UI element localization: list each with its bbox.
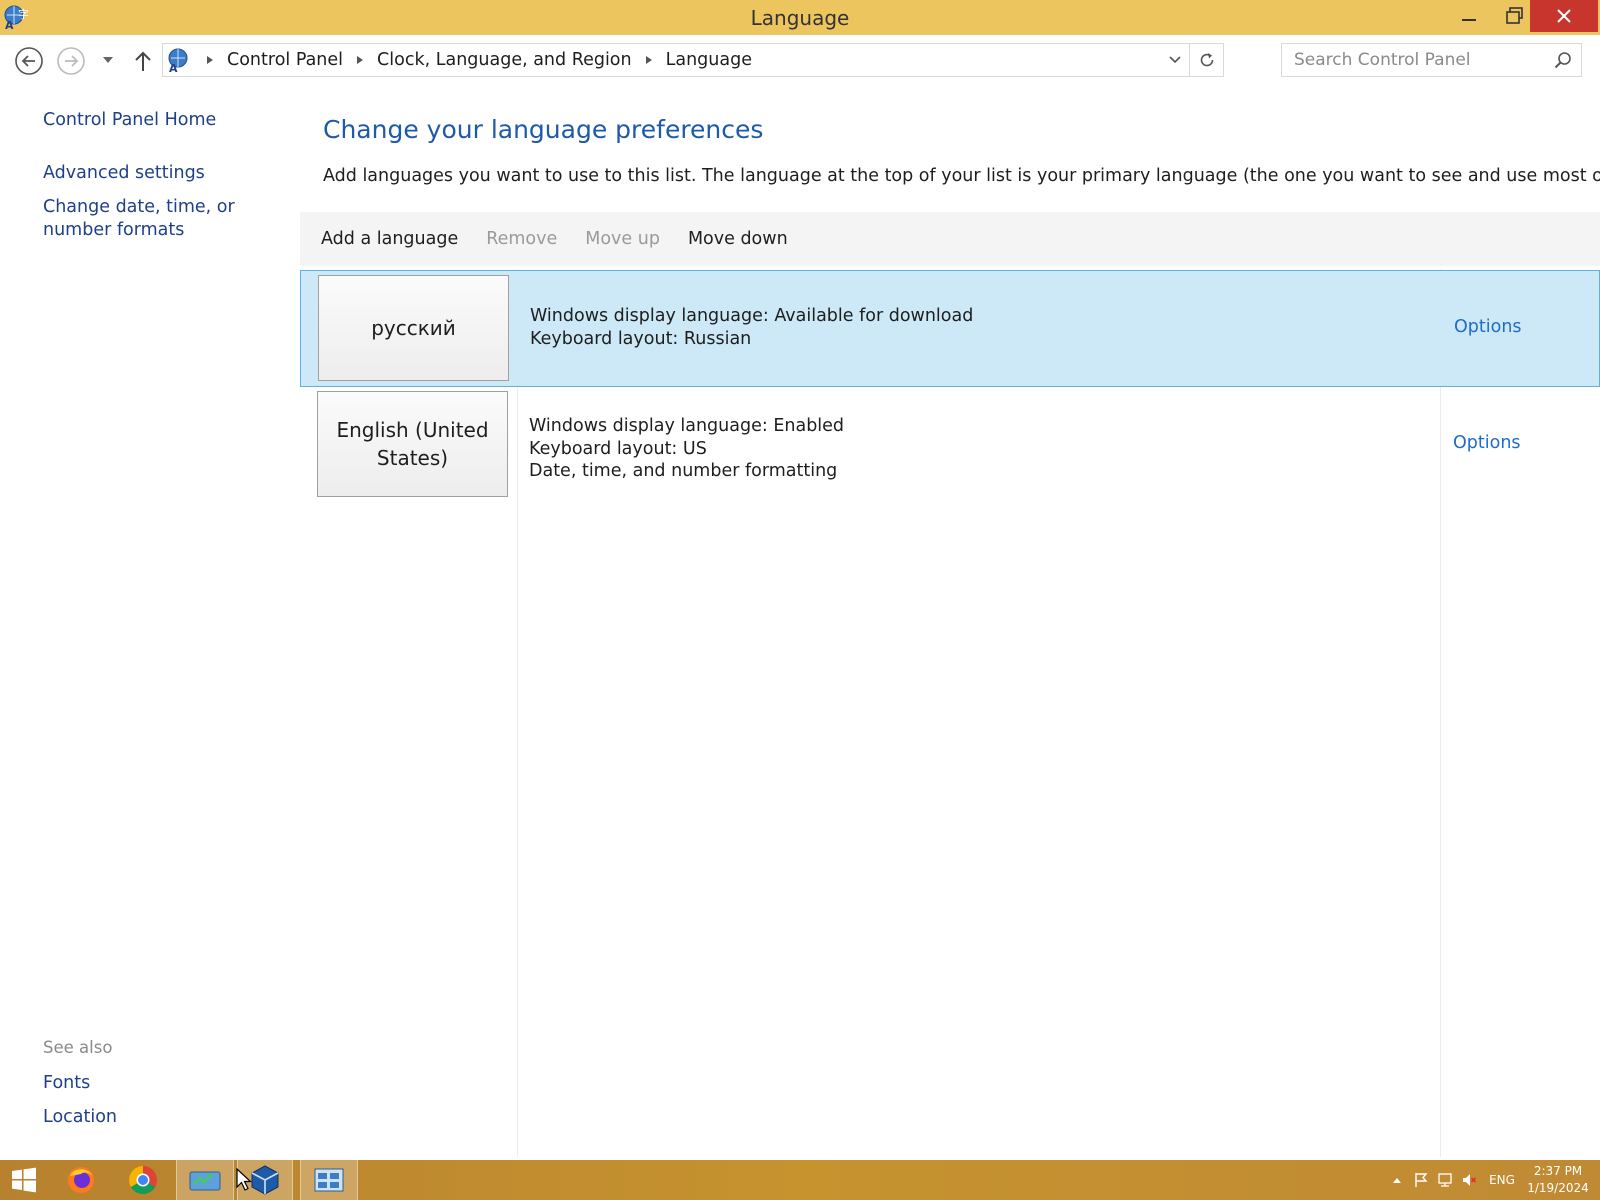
language-row-russian[interactable]: русский Windows display language: Availa… — [300, 270, 1600, 387]
breadcrumb-clock-language-region[interactable]: Clock, Language, and Region — [371, 50, 638, 70]
up-button[interactable] — [128, 46, 158, 76]
flag-icon — [1415, 1173, 1428, 1187]
close-button[interactable] — [1530, 0, 1598, 32]
control-panel-icon — [189, 1171, 221, 1191]
add-language-button[interactable]: Add a language — [300, 229, 472, 249]
options-link-russian[interactable]: Options — [1454, 317, 1522, 337]
recent-locations-button[interactable] — [98, 50, 118, 70]
chrome-icon — [129, 1166, 157, 1194]
language-details: Windows display language: Enabled Keyboa… — [529, 415, 844, 483]
svg-text:A: A — [169, 62, 178, 73]
advanced-settings-link[interactable]: Advanced settings — [43, 162, 205, 185]
chevron-right-icon[interactable] — [349, 50, 371, 70]
language-tile-english[interactable]: English (United States) — [317, 391, 508, 497]
display-language-status: Windows display language: Enabled — [529, 416, 845, 436]
virtualbox-icon — [251, 1165, 279, 1195]
move-down-button[interactable]: Move down — [674, 229, 802, 249]
language-details: Windows display language: Available for … — [530, 305, 973, 350]
chevron-down-icon — [1169, 56, 1181, 64]
location-link[interactable]: Location — [43, 1106, 117, 1129]
language-window-icon — [314, 1168, 344, 1192]
window-title: Language — [750, 6, 850, 30]
up-arrow-icon — [135, 51, 151, 71]
breadcrumb-control-panel[interactable]: Control Panel — [221, 50, 349, 70]
speaker-muted-icon — [1463, 1174, 1477, 1186]
search-input[interactable] — [1282, 44, 1542, 76]
address-history-button[interactable] — [1161, 44, 1189, 76]
breadcrumb: Control Panel Clock, Language, and Regio… — [199, 44, 758, 76]
control-panel-taskbar-button[interactable] — [176, 1160, 234, 1200]
input-language-indicator[interactable]: ENG — [1482, 1160, 1522, 1200]
minimize-button[interactable] — [1446, 0, 1492, 32]
formatting-status: Date, time, and number formatting — [529, 461, 838, 481]
search-icon[interactable] — [1553, 50, 1573, 70]
move-up-button[interactable]: Move up — [571, 229, 674, 249]
options-link-english[interactable]: Options — [1453, 433, 1521, 453]
language-tile-russian[interactable]: русский — [318, 275, 509, 381]
remove-button[interactable]: Remove — [472, 229, 571, 249]
firefox-icon — [68, 1167, 94, 1193]
keyboard-layout: Keyboard layout: US — [529, 438, 707, 459]
windows-logo-icon — [12, 1167, 36, 1193]
fonts-link[interactable]: Fonts — [43, 1072, 90, 1095]
chevron-up-icon — [1393, 1178, 1401, 1183]
taskbar-clock[interactable]: 2:37 PM 1/19/2024 — [1518, 1163, 1598, 1197]
network-icon — [1438, 1173, 1452, 1187]
title-bar: A 字 Language — [0, 0, 1600, 35]
language-row-english[interactable]: English (United States) Windows display … — [300, 387, 1600, 504]
forward-arrow-icon — [57, 47, 85, 75]
display-language-status: Windows display language: Available for … — [530, 306, 974, 326]
main-content: Change your language preferences Add lan… — [300, 87, 1600, 1160]
change-date-time-formats-link[interactable]: Change date, time, or number formats — [43, 196, 288, 242]
forward-button[interactable] — [55, 45, 87, 77]
search-box — [1281, 43, 1582, 77]
start-button[interactable] — [0, 1160, 48, 1200]
mouse-cursor-icon — [236, 1168, 252, 1191]
firefox-taskbar-button[interactable] — [56, 1160, 106, 1200]
language-toolbar: Add a language Remove Move up Move down — [300, 212, 1600, 266]
chevron-right-icon[interactable] — [199, 50, 221, 70]
volume-button[interactable] — [1458, 1160, 1480, 1200]
network-button[interactable] — [1434, 1160, 1456, 1200]
back-button[interactable] — [13, 45, 45, 77]
language-window-taskbar-button[interactable] — [300, 1160, 358, 1200]
breadcrumb-language[interactable]: Language — [660, 50, 758, 70]
left-pane: Control Panel Home Advanced settings Cha… — [0, 87, 300, 1160]
see-also-heading: See also — [43, 1038, 113, 1057]
keyboard-layout: Keyboard layout: Russian — [530, 328, 752, 349]
chrome-taskbar-button[interactable] — [118, 1160, 168, 1200]
language-location-icon: A — [167, 47, 193, 75]
back-arrow-icon — [15, 47, 43, 75]
clock-date: 1/19/2024 — [1527, 1181, 1589, 1195]
page-title: Change your language preferences — [323, 115, 764, 144]
close-icon — [1557, 9, 1571, 23]
refresh-button[interactable] — [1189, 44, 1223, 76]
address-bar[interactable]: A Control Panel Clock, Language, and Reg… — [162, 43, 1224, 77]
navigation-bar: A Control Panel Clock, Language, and Reg… — [0, 35, 1600, 87]
page-description: Add languages you want to use to this li… — [323, 166, 1600, 186]
clock-time: 2:37 PM — [1533, 1164, 1583, 1178]
show-hidden-icons-button[interactable] — [1388, 1160, 1406, 1200]
chevron-right-icon[interactable] — [638, 50, 660, 70]
refresh-icon — [1200, 53, 1213, 67]
chevron-down-icon — [103, 57, 113, 63]
action-center-button[interactable] — [1410, 1160, 1432, 1200]
control-panel-home-link[interactable]: Control Panel Home — [43, 109, 216, 132]
